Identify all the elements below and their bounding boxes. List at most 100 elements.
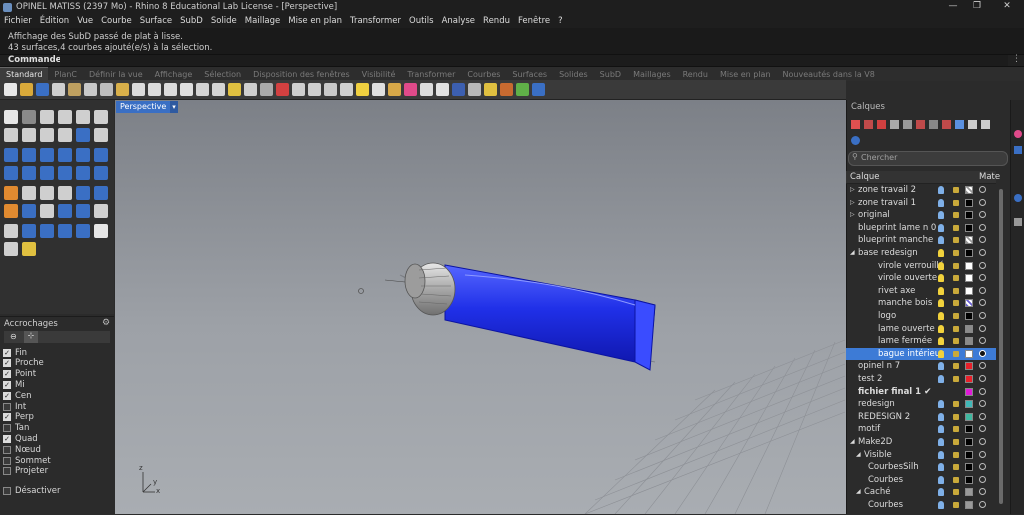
osnap-persistent-icon[interactable]: ⊹: [24, 331, 38, 343]
render-sphere-icon[interactable]: [436, 83, 449, 96]
layer-row[interactable]: ◢ Caché: [846, 486, 996, 499]
layer-color-swatch[interactable]: [965, 186, 973, 194]
lock-icon[interactable]: [953, 363, 959, 370]
lock-icon[interactable]: [953, 376, 959, 382]
select-icon[interactable]: [292, 83, 305, 96]
textures-icon[interactable]: [500, 83, 513, 96]
layer-material-icon[interactable]: [979, 349, 986, 357]
lock-icon[interactable]: [953, 464, 959, 471]
expand-toggle-icon[interactable]: ▷: [850, 209, 855, 221]
camera-icon[interactable]: [1014, 218, 1022, 226]
layer-row[interactable]: REDESIGN 2: [846, 411, 996, 424]
menu-fenetre[interactable]: Fenêtre: [514, 16, 554, 26]
layer-color-swatch[interactable]: [965, 312, 973, 320]
analyze-icon[interactable]: [40, 224, 54, 238]
osnap-disable-checkbox[interactable]: [3, 486, 11, 495]
point-icon[interactable]: [22, 110, 36, 124]
boolean-difference-icon[interactable]: [94, 186, 108, 200]
visibility-bulb-icon[interactable]: [938, 249, 944, 257]
visibility-bulb-icon[interactable]: [938, 501, 944, 509]
expand-toggle-icon[interactable]: ◢: [856, 449, 861, 461]
torus-icon[interactable]: [76, 148, 90, 162]
layer-row[interactable]: opinel n 7: [846, 360, 996, 373]
layer-row[interactable]: CourbesSilh: [846, 461, 996, 474]
materials-icon[interactable]: [468, 83, 481, 96]
osnap-checkbox[interactable]: ✓: [3, 380, 11, 389]
lock-icon[interactable]: [953, 212, 959, 219]
scrollbar-thumb[interactable]: [999, 189, 1003, 504]
osnap-item[interactable]: Sommet: [3, 455, 51, 466]
visibility-bulb-icon[interactable]: [938, 312, 944, 320]
visibility-bulb-icon[interactable]: [938, 438, 944, 446]
menu-rendu[interactable]: Rendu: [479, 16, 514, 26]
layer-filter-icon[interactable]: [890, 120, 899, 129]
display-icon[interactable]: [1014, 146, 1022, 154]
cut-icon[interactable]: [84, 83, 97, 96]
osnap-checkbox[interactable]: [3, 445, 11, 454]
delete-layer-icon[interactable]: [877, 120, 886, 129]
osnap-checkbox[interactable]: ✓: [3, 434, 11, 443]
layer-color-swatch[interactable]: [965, 400, 973, 409]
layer-material-icon[interactable]: [979, 261, 986, 269]
rectangle-icon[interactable]: [22, 128, 36, 142]
new-file-icon[interactable]: [4, 83, 17, 96]
layer-search-input[interactable]: ⚲ Chercher: [848, 151, 1008, 166]
help-icon[interactable]: [532, 83, 545, 96]
mesh-icon[interactable]: [22, 224, 36, 238]
import-icon[interactable]: [68, 83, 81, 96]
layer-material-icon[interactable]: [979, 362, 986, 370]
layer-material-icon[interactable]: [979, 438, 986, 445]
pan-icon[interactable]: [148, 83, 161, 96]
layer-material-icon[interactable]: [979, 450, 986, 458]
layer-states-icon[interactable]: [903, 120, 912, 129]
grid-icon[interactable]: [260, 83, 273, 96]
layer-color-swatch[interactable]: [965, 362, 973, 371]
layer-material-icon[interactable]: [979, 274, 986, 282]
layer-color-swatch[interactable]: [965, 375, 973, 383]
layer-material-icon[interactable]: [979, 186, 986, 193]
menu-transformer[interactable]: Transformer: [346, 16, 405, 26]
visibility-bulb-icon[interactable]: [938, 198, 944, 207]
car-render-icon[interactable]: [276, 83, 289, 96]
visibility-bulb-icon[interactable]: [938, 475, 944, 484]
layer-color-swatch[interactable]: [965, 349, 973, 358]
layer-row[interactable]: motif: [846, 423, 996, 436]
layer-row[interactable]: Courbes: [846, 474, 996, 487]
layer-material-icon[interactable]: [979, 337, 986, 345]
layer-material-icon[interactable]: [979, 387, 986, 395]
lock-icon[interactable]: [953, 451, 959, 458]
osnap-item[interactable]: ✓ Proche: [3, 358, 44, 369]
visibility-bulb-icon[interactable]: [938, 223, 944, 232]
extrude-icon[interactable]: [94, 148, 108, 162]
layer-row[interactable]: manche bois: [846, 297, 996, 310]
layer-material-icon[interactable]: [979, 412, 986, 420]
osnap-checkbox[interactable]: ✓: [3, 348, 11, 357]
lock-icon[interactable]: [953, 237, 959, 244]
open-icon[interactable]: [20, 83, 33, 96]
layer-material-icon[interactable]: [979, 475, 986, 483]
expand-toggle-icon[interactable]: ▷: [850, 184, 855, 196]
scale-icon[interactable]: [58, 204, 72, 218]
layer-row[interactable]: blueprint manche: [846, 234, 996, 247]
osnap-mode-icon[interactable]: ⊖: [10, 332, 17, 341]
visibility-bulb-icon[interactable]: [938, 463, 944, 472]
fillet-icon[interactable]: [76, 128, 90, 142]
visibility-bulb-icon[interactable]: [938, 400, 944, 409]
visibility-bulb-icon[interactable]: [938, 349, 944, 358]
layer-color-swatch[interactable]: [965, 211, 973, 220]
layer-row[interactable]: lame ouverte: [846, 323, 996, 336]
visibility-bulb-icon[interactable]: [938, 211, 944, 220]
layer-color-swatch[interactable]: [965, 249, 973, 257]
explode-icon[interactable]: [4, 186, 18, 200]
minimize-button[interactable]: —: [942, 1, 964, 13]
color-wheel-icon[interactable]: [404, 83, 417, 96]
array-icon[interactable]: [22, 204, 36, 218]
properties-icon[interactable]: [420, 83, 433, 96]
menu-courbe[interactable]: Courbe: [97, 16, 136, 26]
move-icon[interactable]: [340, 83, 353, 96]
lock-icon[interactable]: [953, 187, 959, 193]
layer-color-swatch[interactable]: [965, 463, 973, 472]
layout-icon[interactable]: [4, 242, 18, 256]
print-icon[interactable]: [52, 83, 65, 96]
lock-icon[interactable]: [953, 287, 959, 294]
